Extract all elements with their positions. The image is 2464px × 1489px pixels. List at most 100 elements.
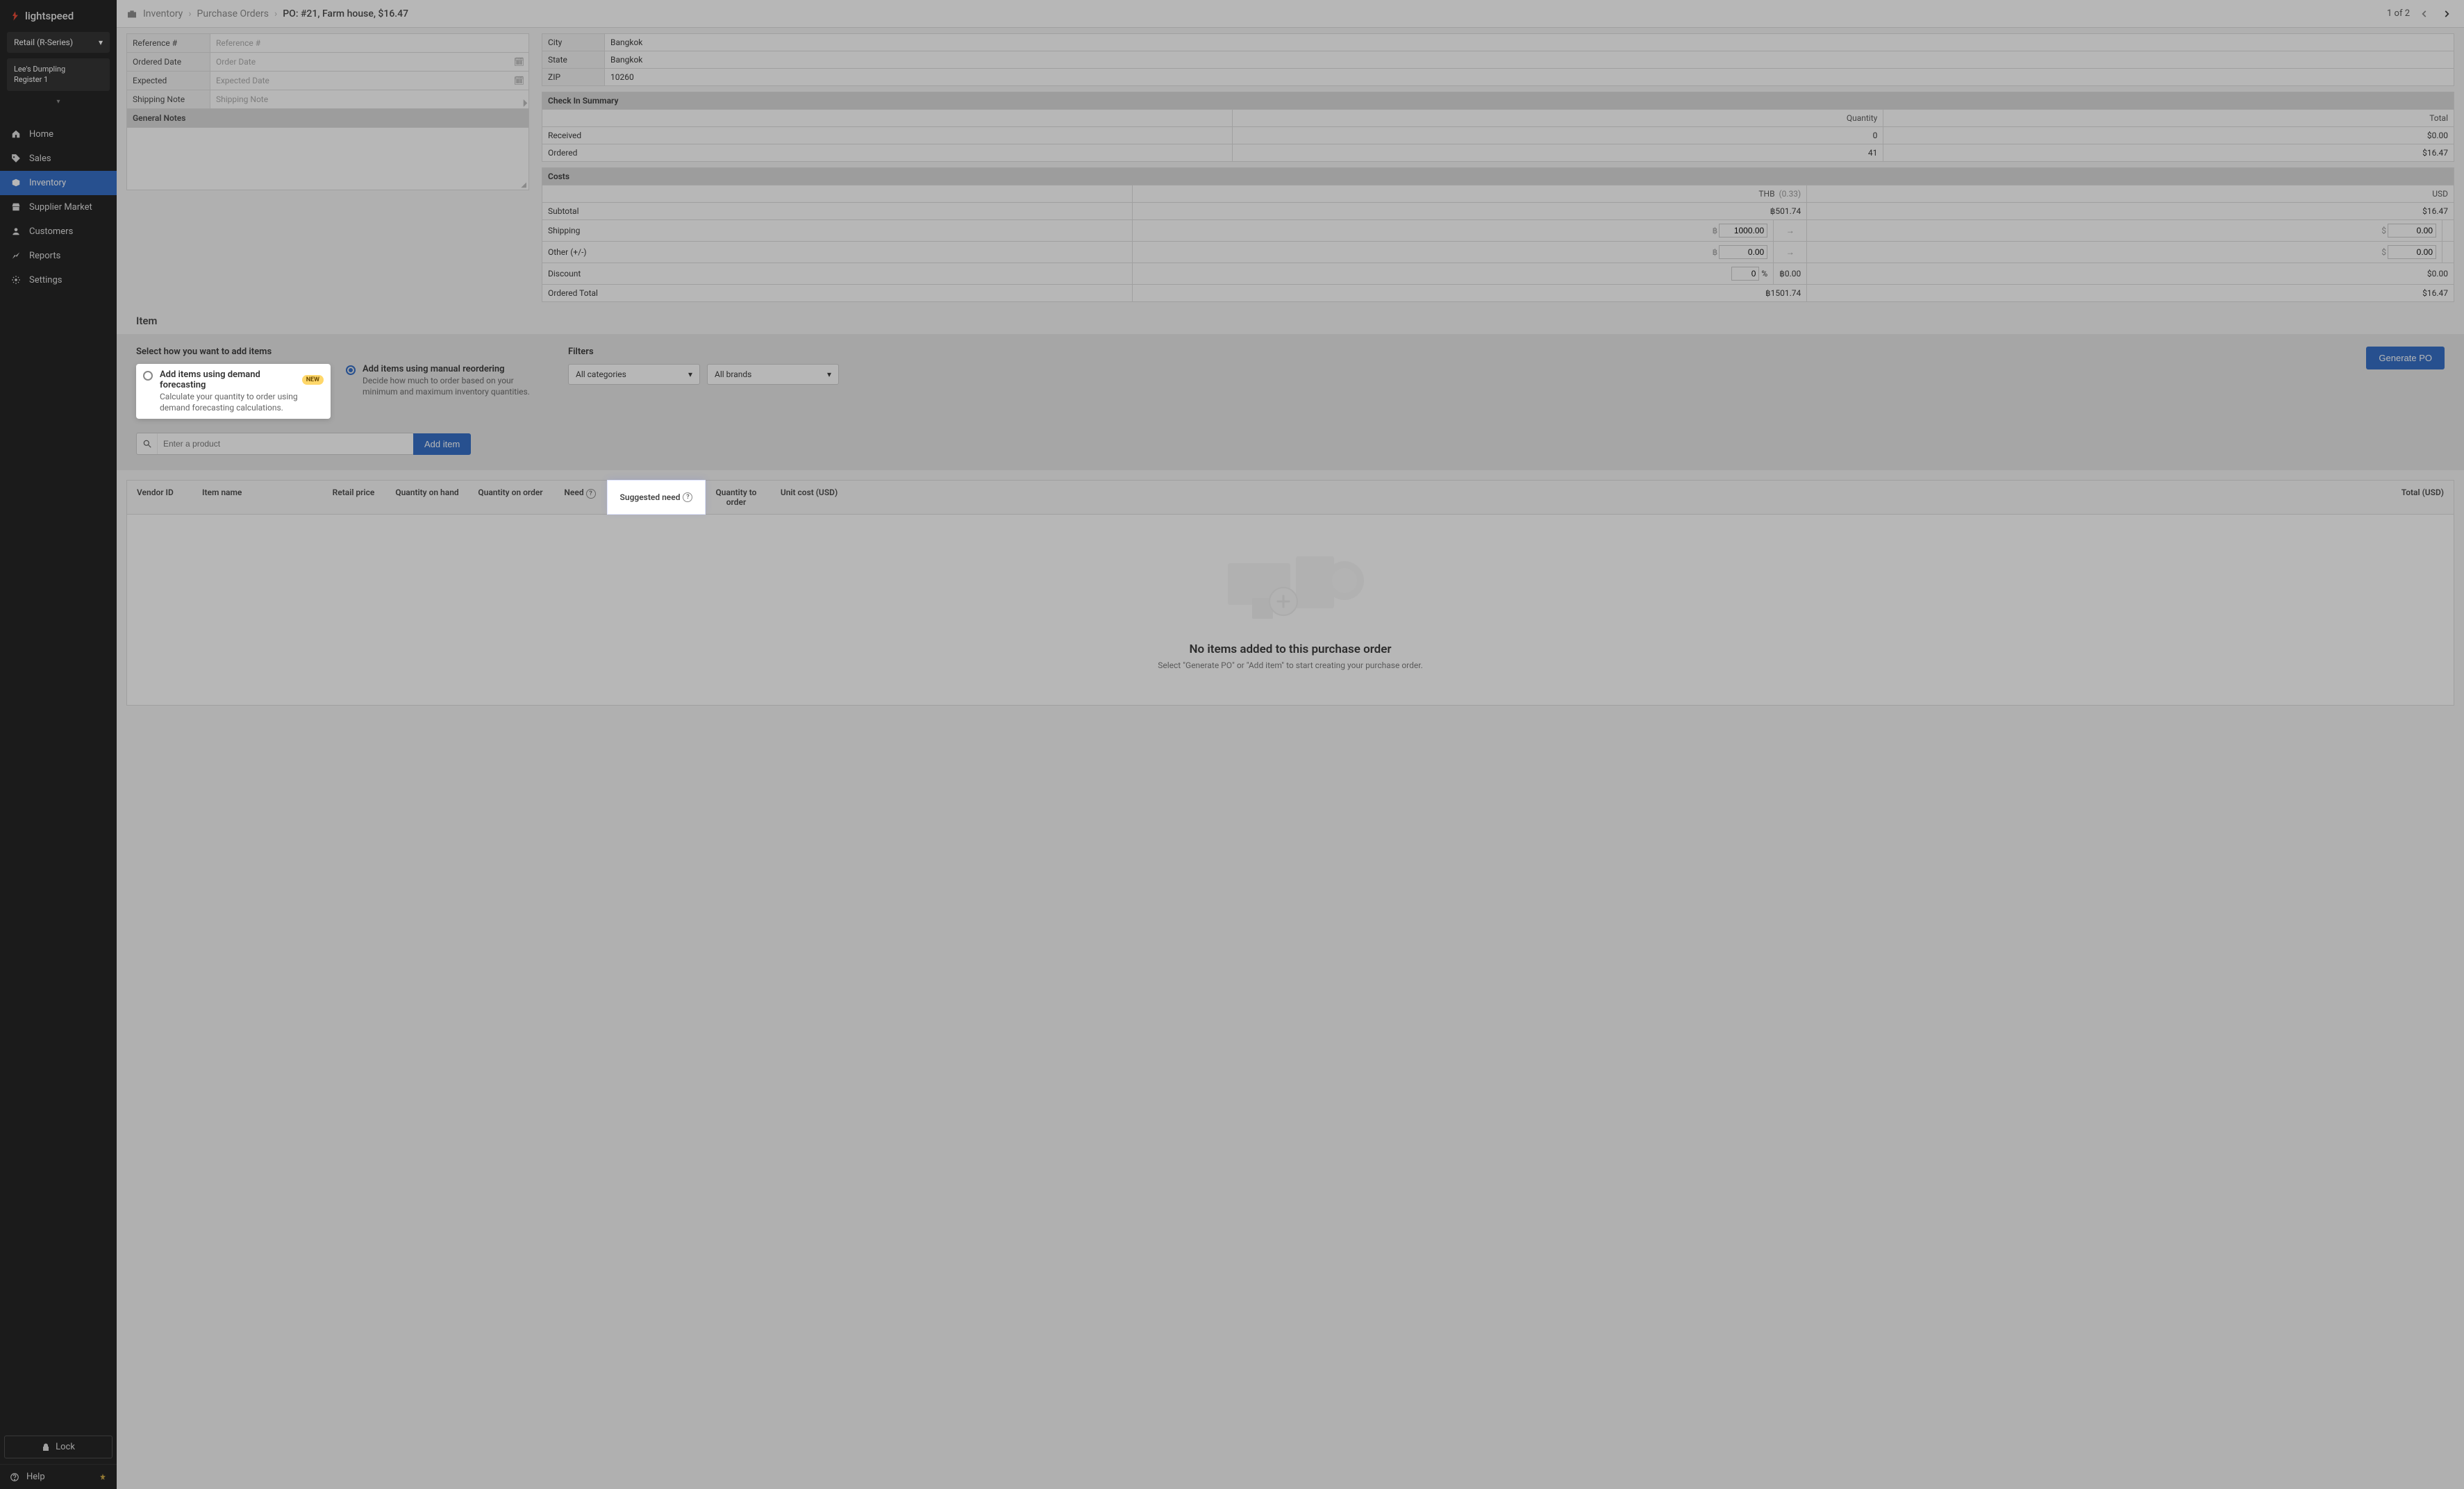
reference-input[interactable]: Reference # bbox=[210, 34, 529, 53]
zip-label: ZIP bbox=[542, 69, 605, 86]
radio-manual-reordering[interactable]: Add items using manual reordering Decide… bbox=[346, 364, 540, 419]
shipping-thb-input[interactable] bbox=[1719, 224, 1767, 238]
col-qty-on-hand: Quantity on hand bbox=[385, 481, 469, 514]
brands-select[interactable]: All brands ▾ bbox=[707, 364, 839, 385]
empty-state-title: No items added to this purchase order bbox=[141, 642, 2440, 656]
radio-unchecked-icon bbox=[143, 371, 153, 381]
ordered-total-label: Ordered Total bbox=[542, 285, 1133, 302]
nav-sales[interactable]: Sales bbox=[0, 147, 117, 171]
select-how-heading: Select how you want to add items bbox=[136, 347, 540, 357]
pin-icon[interactable] bbox=[99, 1473, 107, 1481]
categories-select[interactable]: All categories ▾ bbox=[568, 364, 700, 385]
filters-block: Filters All categories ▾ All brands ▾ bbox=[568, 347, 2338, 385]
nav-home-label: Home bbox=[29, 129, 53, 140]
next-page-button[interactable] bbox=[2439, 6, 2454, 22]
other-label: Other (+/-) bbox=[542, 242, 1133, 263]
logo: lightspeed bbox=[0, 0, 117, 32]
received-label: Received bbox=[542, 127, 1233, 144]
pagination: 1 of 2 bbox=[2387, 6, 2454, 22]
box-icon bbox=[10, 178, 22, 188]
other-usd-input[interactable] bbox=[2388, 245, 2436, 259]
col-retail-price: Retail price bbox=[322, 481, 385, 514]
expected-label: Expected bbox=[127, 72, 210, 90]
content: Reference # Reference # Ordered Date Ord… bbox=[117, 28, 2464, 1489]
col-need: Need ? bbox=[552, 481, 608, 514]
expected-date-input[interactable]: Expected Date🗓 bbox=[210, 72, 529, 90]
nav-customers-label: Customers bbox=[29, 226, 73, 237]
pagination-text: 1 of 2 bbox=[2387, 8, 2410, 19]
nav-inventory[interactable]: Inventory bbox=[0, 171, 117, 195]
calendar-icon: 🗓 bbox=[514, 76, 524, 85]
ordered-qty: 41 bbox=[1232, 144, 1883, 162]
breadcrumb-inventory[interactable]: Inventory bbox=[143, 8, 183, 19]
discount-value-input[interactable] bbox=[1731, 267, 1759, 281]
received-total: $0.00 bbox=[1883, 127, 2454, 144]
caret-down-icon: ▾ bbox=[827, 369, 831, 379]
discount-usd: $0.00 bbox=[1807, 263, 2454, 285]
retail-series-dropdown[interactable]: Retail (R-Series) ▾ bbox=[7, 32, 110, 53]
nav-reports[interactable]: Reports bbox=[0, 244, 117, 268]
location-name: Lee's Dumpling bbox=[14, 64, 103, 74]
add-item-row: Add item bbox=[136, 433, 2445, 455]
subtotal-usd: $16.47 bbox=[1807, 203, 2454, 220]
city-label: City bbox=[542, 34, 605, 51]
nav-supplier-market[interactable]: Supplier Market bbox=[0, 195, 117, 219]
location-box[interactable]: Lee's Dumpling Register 1 bbox=[7, 58, 110, 91]
col-qty-to-order: Quantity to order bbox=[705, 481, 767, 514]
add-item-button[interactable]: Add item bbox=[413, 433, 471, 455]
lock-button[interactable]: Lock bbox=[4, 1436, 113, 1458]
nav: Home Sales Inventory Supplier Market Cus… bbox=[0, 122, 117, 292]
shipping-note-input[interactable]: Shipping Note◢ bbox=[210, 90, 529, 109]
nav-supplier-market-label: Supplier Market bbox=[29, 202, 92, 213]
address-table: CityBangkok StateBangkok ZIP10260 bbox=[542, 33, 2454, 86]
ordered-date-label: Ordered Date bbox=[127, 53, 210, 72]
help-row: Help bbox=[0, 1464, 117, 1489]
shipping-usd-input[interactable] bbox=[2388, 224, 2436, 238]
breadcrumb-current: PO: #21, Farm house, $16.47 bbox=[283, 8, 408, 19]
radio-manual-desc: Decide how much to order based on your m… bbox=[363, 376, 540, 397]
po-form-table: Reference # Reference # Ordered Date Ord… bbox=[126, 33, 529, 128]
thb-rate: (0.33) bbox=[1779, 189, 1801, 199]
radio-manual-title: Add items using manual reordering bbox=[363, 364, 505, 374]
resize-handle-icon: ◢ bbox=[519, 99, 528, 108]
radio-demand-forecasting[interactable]: Add items using demand forecasting NEW C… bbox=[136, 364, 331, 419]
shipping-label: Shipping bbox=[542, 220, 1133, 242]
state-value[interactable]: Bangkok bbox=[605, 51, 2454, 69]
tag-icon bbox=[10, 153, 22, 163]
other-thb-input[interactable] bbox=[1719, 245, 1767, 259]
nav-home[interactable]: Home bbox=[0, 122, 117, 147]
po-details-left: Reference # Reference # Ordered Date Ord… bbox=[126, 33, 529, 302]
briefcase-icon bbox=[126, 8, 138, 19]
ordered-date-input[interactable]: Order Date🗓 bbox=[210, 53, 529, 72]
help-circle-icon[interactable]: ? bbox=[683, 492, 692, 502]
sidebar-expand-toggle[interactable]: ▾ bbox=[0, 95, 117, 108]
nav-customers[interactable]: Customers bbox=[0, 219, 117, 244]
caret-down-icon: ▾ bbox=[688, 369, 692, 379]
help-icon bbox=[10, 1472, 19, 1482]
prev-page-button[interactable] bbox=[2417, 6, 2432, 22]
city-value[interactable]: Bangkok bbox=[605, 34, 2454, 51]
store-icon bbox=[10, 202, 22, 212]
item-section-heading: Item bbox=[117, 302, 2464, 334]
chevron-right-icon: › bbox=[274, 8, 277, 19]
nav-settings[interactable]: Settings bbox=[0, 268, 117, 292]
product-search-wrap bbox=[136, 433, 414, 455]
checkin-total-header: Total bbox=[1883, 110, 2454, 127]
help-button[interactable]: Help bbox=[10, 1472, 45, 1482]
breadcrumb-purchase-orders[interactable]: Purchase Orders bbox=[197, 8, 269, 19]
discount-pct: % bbox=[1761, 269, 1767, 278]
empty-state: No items added to this purchase order Se… bbox=[126, 515, 2454, 706]
nav-inventory-label: Inventory bbox=[29, 178, 66, 188]
col-item-name: Item name bbox=[197, 481, 322, 514]
zip-value[interactable]: 10260 bbox=[605, 69, 2454, 86]
new-badge: NEW bbox=[302, 375, 324, 385]
ordered-total-thb: ฿1501.74 bbox=[1132, 285, 1806, 302]
arrow-right-icon: → bbox=[1783, 226, 1797, 235]
help-circle-icon[interactable]: ? bbox=[586, 489, 596, 499]
general-notes-textarea[interactable] bbox=[126, 128, 529, 190]
breadcrumb: Inventory › Purchase Orders › PO: #21, F… bbox=[126, 8, 408, 19]
generate-po-button[interactable]: Generate PO bbox=[2366, 347, 2445, 369]
checkin-header: Check In Summary bbox=[542, 92, 2454, 110]
chevron-right-icon: › bbox=[188, 8, 191, 19]
product-search-input[interactable] bbox=[158, 433, 413, 454]
